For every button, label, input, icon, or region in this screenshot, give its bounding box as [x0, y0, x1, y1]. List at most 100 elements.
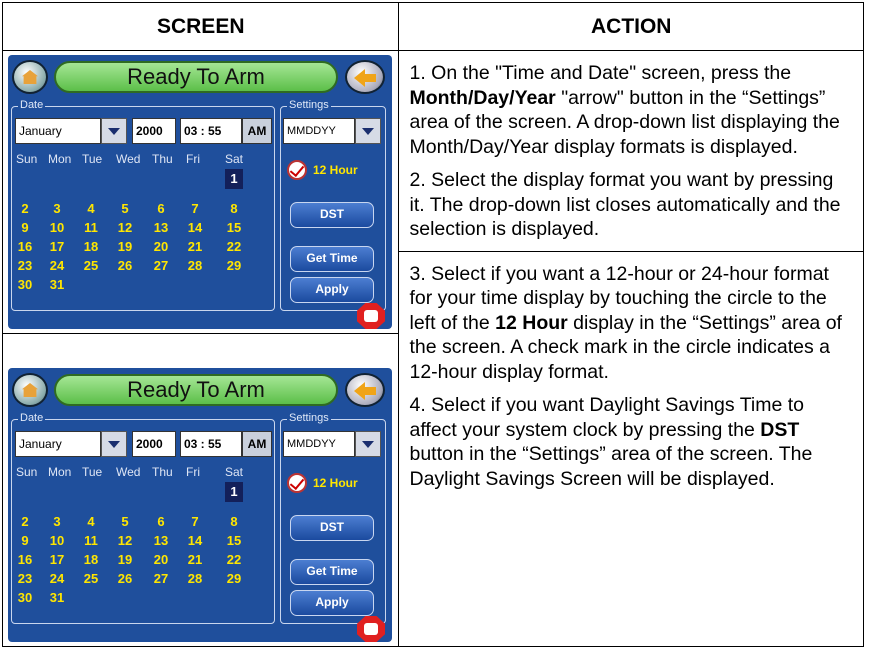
calendar-day[interactable]: 4 — [82, 201, 100, 216]
calendar-day[interactable]: 13 — [152, 220, 170, 235]
calendar-day[interactable]: 27 — [152, 571, 170, 586]
selected-day[interactable]: 1 — [225, 482, 243, 502]
calendar-day[interactable]: 8 — [225, 514, 243, 529]
month-dropdown-button[interactable] — [101, 118, 127, 144]
calendar-day[interactable]: 23 — [16, 258, 34, 273]
get-time-button[interactable]: Get Time — [290, 246, 374, 272]
action-steps: 1. On the "Time and Date" screen, press … — [399, 51, 863, 491]
calendar-day[interactable]: 11 — [82, 220, 100, 235]
calendar-day[interactable]: 9 — [16, 220, 34, 235]
weekday-header: Fri — [186, 465, 200, 479]
calendar-day[interactable]: 31 — [48, 277, 66, 292]
calendar-day[interactable]: 26 — [116, 258, 134, 273]
calendar-day[interactable]: 21 — [186, 552, 204, 567]
calendar-day[interactable]: 20 — [152, 239, 170, 254]
calendar-day[interactable]: 19 — [116, 239, 134, 254]
calendar-day[interactable]: 29 — [225, 258, 243, 273]
calendar-day[interactable]: 28 — [186, 258, 204, 273]
calendar-day[interactable]: 3 — [48, 201, 66, 216]
calendar-day[interactable]: 26 — [116, 571, 134, 586]
calendar-day[interactable]: 9 — [16, 533, 34, 548]
home-button[interactable] — [12, 60, 48, 94]
calendar-day[interactable]: 10 — [48, 533, 66, 548]
calendar-day[interactable]: 14 — [186, 533, 204, 548]
calendar-day[interactable]: 14 — [186, 220, 204, 235]
selected-day[interactable]: 1 — [225, 169, 243, 189]
year-field[interactable]: 2000 — [132, 118, 176, 144]
calendar-day[interactable]: 31 — [48, 590, 66, 605]
calendar-day[interactable]: 29 — [225, 571, 243, 586]
calendar-day[interactable]: 18 — [82, 239, 100, 254]
calendar-day[interactable]: 10 — [48, 220, 66, 235]
calendar-day[interactable]: 19 — [116, 552, 134, 567]
dst-button[interactable]: DST — [290, 515, 374, 541]
panic-stop-icon[interactable] — [357, 303, 385, 329]
step-2: 2. Select the display format you want by… — [409, 169, 841, 240]
calendar-day[interactable]: 4 — [82, 514, 100, 529]
calendar-day[interactable]: 24 — [48, 258, 66, 273]
weekday-header: Sun — [16, 152, 38, 166]
calendar-day[interactable]: 21 — [186, 239, 204, 254]
month-select[interactable]: January — [15, 118, 101, 144]
calendar-day[interactable]: 12 — [116, 533, 134, 548]
settings-group: Settings MMDDYY 12 Hour DST Get Time App… — [280, 412, 386, 624]
calendar-day[interactable]: 18 — [82, 552, 100, 567]
apply-button[interactable]: Apply — [290, 277, 374, 303]
panic-stop-icon[interactable] — [357, 616, 385, 642]
12-hour-checkbox[interactable] — [287, 473, 307, 493]
month-select[interactable]: January — [15, 431, 101, 457]
back-button[interactable] — [345, 373, 385, 407]
format-select[interactable]: MMDDYY — [283, 118, 355, 144]
calendar-day[interactable]: 25 — [82, 258, 100, 273]
calendar-day[interactable]: 30 — [16, 277, 34, 292]
house-icon — [22, 383, 38, 397]
calendar-day[interactable]: 2 — [16, 514, 34, 529]
calendar-day[interactable]: 23 — [16, 571, 34, 586]
ampm-button[interactable]: AM — [242, 431, 272, 457]
calendar-day[interactable]: 20 — [152, 552, 170, 567]
weekday-header: Mon — [48, 152, 72, 166]
ampm-button[interactable]: AM — [242, 118, 272, 144]
calendar-day[interactable]: 27 — [152, 258, 170, 273]
time-field[interactable]: 03 : 55 — [180, 118, 242, 144]
calendar-day[interactable]: 22 — [225, 239, 243, 254]
calendar-day[interactable]: 15 — [225, 220, 243, 235]
calendar-day[interactable]: 17 — [48, 239, 66, 254]
calendar-day[interactable]: 12 — [116, 220, 134, 235]
time-field[interactable]: 03 : 55 — [180, 431, 242, 457]
calendar-day[interactable]: 2 — [16, 201, 34, 216]
month-dropdown-button[interactable] — [101, 431, 127, 457]
calendar-day[interactable]: 11 — [82, 533, 100, 548]
format-select[interactable]: MMDDYY — [283, 431, 355, 457]
calendar-day[interactable]: 7 — [186, 201, 204, 216]
calendar-day[interactable]: 15 — [225, 533, 243, 548]
12-hour-checkbox[interactable] — [287, 160, 307, 180]
year-field[interactable]: 2000 — [132, 431, 176, 457]
calendar-day[interactable]: 6 — [152, 514, 170, 529]
back-button[interactable] — [345, 60, 385, 94]
get-time-button[interactable]: Get Time — [290, 559, 374, 585]
calendar-day[interactable]: 22 — [225, 552, 243, 567]
calendar-day[interactable]: 3 — [48, 514, 66, 529]
calendar-day[interactable]: 28 — [186, 571, 204, 586]
calendar-day[interactable]: 25 — [82, 571, 100, 586]
weekday-header: Tue — [82, 152, 103, 166]
month-day-year-arrow-button[interactable] — [355, 431, 381, 457]
calendar-day[interactable]: 24 — [48, 571, 66, 586]
month-day-year-arrow-button[interactable] — [355, 118, 381, 144]
dst-button[interactable]: DST — [290, 202, 374, 228]
calendar-day[interactable]: 6 — [152, 201, 170, 216]
calendar-day[interactable]: 5 — [116, 514, 134, 529]
time-date-screen: Ready To Arm Date January 2000 03 : 55 A… — [8, 368, 392, 642]
home-button[interactable] — [12, 373, 48, 407]
screen-shot-2: Ready To Arm Date January 2000 03 : 55 A… — [3, 333, 399, 646]
calendar-day[interactable]: 16 — [16, 239, 34, 254]
calendar-day[interactable]: 13 — [152, 533, 170, 548]
calendar-day[interactable]: 7 — [186, 514, 204, 529]
calendar-day[interactable]: 30 — [16, 590, 34, 605]
calendar-day[interactable]: 16 — [16, 552, 34, 567]
apply-button[interactable]: Apply — [290, 590, 374, 616]
calendar-day[interactable]: 5 — [116, 201, 134, 216]
calendar-day[interactable]: 8 — [225, 201, 243, 216]
calendar-day[interactable]: 17 — [48, 552, 66, 567]
